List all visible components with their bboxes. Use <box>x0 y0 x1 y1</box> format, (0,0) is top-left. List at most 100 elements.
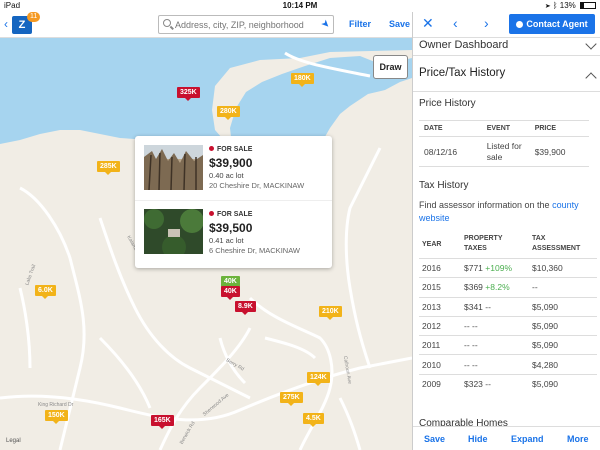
cell-taxes: -- -- <box>461 354 529 375</box>
listing-price: $39,900 <box>209 156 253 170</box>
cell-year: 2009 <box>419 373 461 394</box>
more-button[interactable]: More <box>567 434 589 444</box>
map-pane: ‹ Z 11 ➤ Filter Save K <box>0 12 412 450</box>
cell-assessment: $10,360 <box>529 257 597 278</box>
road-label: King Richard Dr <box>38 402 74 408</box>
photo-thumbnail <box>144 209 204 259</box>
cell-taxes: $341 -- <box>461 296 529 317</box>
search-box[interactable]: ➤ <box>158 15 334 34</box>
price-pin[interactable]: 275K <box>280 392 303 406</box>
price-pin[interactable]: 150K <box>45 410 68 424</box>
listing-status: FOR SALE <box>209 146 252 153</box>
cell-price: $39,900 <box>529 136 589 167</box>
price-pin[interactable]: 280K <box>217 106 240 120</box>
table-row: 2010 -- -- $4,280 <box>419 354 597 375</box>
save-search-button[interactable]: Save <box>389 19 410 29</box>
cell-event: Listed for sale <box>481 136 530 167</box>
close-icon[interactable]: ✕ <box>422 15 434 32</box>
table-row: 2016 $771 +109% $10,360 <box>419 257 597 278</box>
taxes-amount: $323 <box>464 379 483 390</box>
cell-taxes: -- -- <box>461 335 529 355</box>
contact-agent-button[interactable]: Contact Agent <box>509 14 595 34</box>
price-history-table: DATE EVENT PRICE 08/12/16 Listed for sal… <box>419 120 589 167</box>
listing-card[interactable]: 1 Photo FOR SALE $39,500 0.41 ac lot 6 C… <box>135 200 332 264</box>
search-input[interactable] <box>175 18 315 32</box>
table-row: 2012 -- -- $5,090 <box>419 315 597 336</box>
taxes-amount: $341 <box>464 301 483 312</box>
owner-dashboard-row[interactable]: Owner Dashboard <box>413 38 600 56</box>
battery-percent: 13% <box>559 1 576 10</box>
current-location-icon[interactable]: ➤ <box>318 18 332 32</box>
listing-photo[interactable]: 1 Photo <box>144 209 243 259</box>
cell-year: 2013 <box>419 296 461 317</box>
save-button[interactable]: Save <box>424 434 445 444</box>
column-header: PRICE <box>529 120 589 137</box>
price-history-title: Price History <box>419 98 476 109</box>
table-row: 2011 -- -- $5,090 <box>419 335 597 355</box>
price-pin[interactable]: 285K <box>97 161 120 175</box>
listing-status: FOR SALE <box>209 211 252 218</box>
taxes-change: +109% <box>485 263 513 274</box>
filter-button[interactable]: Filter <box>349 19 371 29</box>
assessor-text: Find assessor information on the <box>419 200 553 210</box>
expand-button[interactable]: Expand <box>511 434 544 444</box>
price-pin[interactable]: 210K <box>319 306 342 320</box>
cell-assessment: -- <box>529 277 597 298</box>
price-pin[interactable]: 4.5K <box>303 413 324 427</box>
next-arrow-icon[interactable]: › <box>484 15 489 31</box>
taxes-amount: -- <box>464 340 470 351</box>
draw-button[interactable]: Draw <box>373 55 408 79</box>
column-header: PROPERTY TAXES <box>464 235 503 252</box>
price-pin[interactable]: 165K <box>151 415 174 429</box>
cell-taxes: $771 +109% <box>461 257 529 278</box>
cell-date: 08/12/16 <box>419 136 482 167</box>
listing-lot-size: 0.41 ac lot <box>209 236 244 245</box>
taxes-change: -- <box>485 301 491 312</box>
cell-assessment: $5,090 <box>529 296 597 317</box>
taxes-change: -- <box>472 359 478 370</box>
taxes-change: -- <box>472 340 478 351</box>
listing-address: 6 Cheshire Dr, MACKINAW <box>209 246 300 255</box>
legal-link[interactable]: Legal <box>6 438 21 444</box>
cell-year: 2016 <box>419 257 461 278</box>
taxes-change: -- <box>472 321 478 332</box>
cell-year: 2015 <box>419 277 461 298</box>
bottom-action-bar: Save Hide Expand More <box>413 426 600 450</box>
table-row: 2015 $369 +8.2% -- <box>419 277 597 298</box>
detail-pane: ✕ ‹ › Contact Agent Owner Dashboard Pric… <box>412 12 600 450</box>
cell-year: 2011 <box>419 335 461 355</box>
table-row: 08/12/16 Listed for sale $39,900 <box>419 136 589 167</box>
back-chevron-icon[interactable]: ‹ <box>4 17 8 31</box>
price-pin[interactable]: 325K <box>177 87 200 101</box>
map-toolbar: ‹ Z 11 ➤ Filter Save <box>0 12 412 38</box>
tax-history-table: YEAR PROPERTY TAXES TAX ASSESSMENT 2016 … <box>419 230 597 394</box>
taxes-amount: $771 <box>464 263 483 274</box>
price-pin[interactable]: 8.9K <box>235 301 256 315</box>
previous-arrow-icon[interactable]: ‹ <box>453 15 458 31</box>
taxes-amount: -- <box>464 321 470 332</box>
notification-badge: 11 <box>27 12 41 22</box>
cell-year: 2010 <box>419 354 461 375</box>
cell-assessment: $4,280 <box>529 354 597 375</box>
cell-assessment: $5,090 <box>529 373 597 394</box>
column-header: DATE <box>419 120 482 137</box>
hide-button[interactable]: Hide <box>468 434 488 444</box>
chevron-up-icon <box>585 72 597 84</box>
listing-photo[interactable]: 1 Photo <box>144 145 243 191</box>
price-pin[interactable]: 124K <box>307 372 330 386</box>
tax-history-title: Tax History <box>419 180 469 191</box>
owner-dashboard-label: Owner Dashboard <box>419 39 509 51</box>
price-pin[interactable]: 6.0K <box>35 285 56 299</box>
price-tax-history-header[interactable]: Price/Tax History <box>413 62 600 92</box>
battery-icon <box>580 2 596 10</box>
price-pin[interactable]: 180K <box>291 73 314 87</box>
status-right: ➤ ᛒ 13% <box>546 1 596 10</box>
status-bar: iPad 10:14 PM ➤ ᛒ 13% <box>0 0 600 12</box>
table-row: 2013 $341 -- $5,090 <box>419 296 597 317</box>
listing-card[interactable]: 1 Photo FOR SALE $39,900 0.40 ac lot 20 … <box>135 136 332 200</box>
bluetooth-icon: ᛒ <box>552 1 558 10</box>
cell-year: 2012 <box>419 315 461 336</box>
price-pin[interactable]: 40K <box>221 286 240 300</box>
taxes-amount: $369 <box>464 282 483 293</box>
column-header: TAX ASSESSMENT <box>532 235 581 252</box>
